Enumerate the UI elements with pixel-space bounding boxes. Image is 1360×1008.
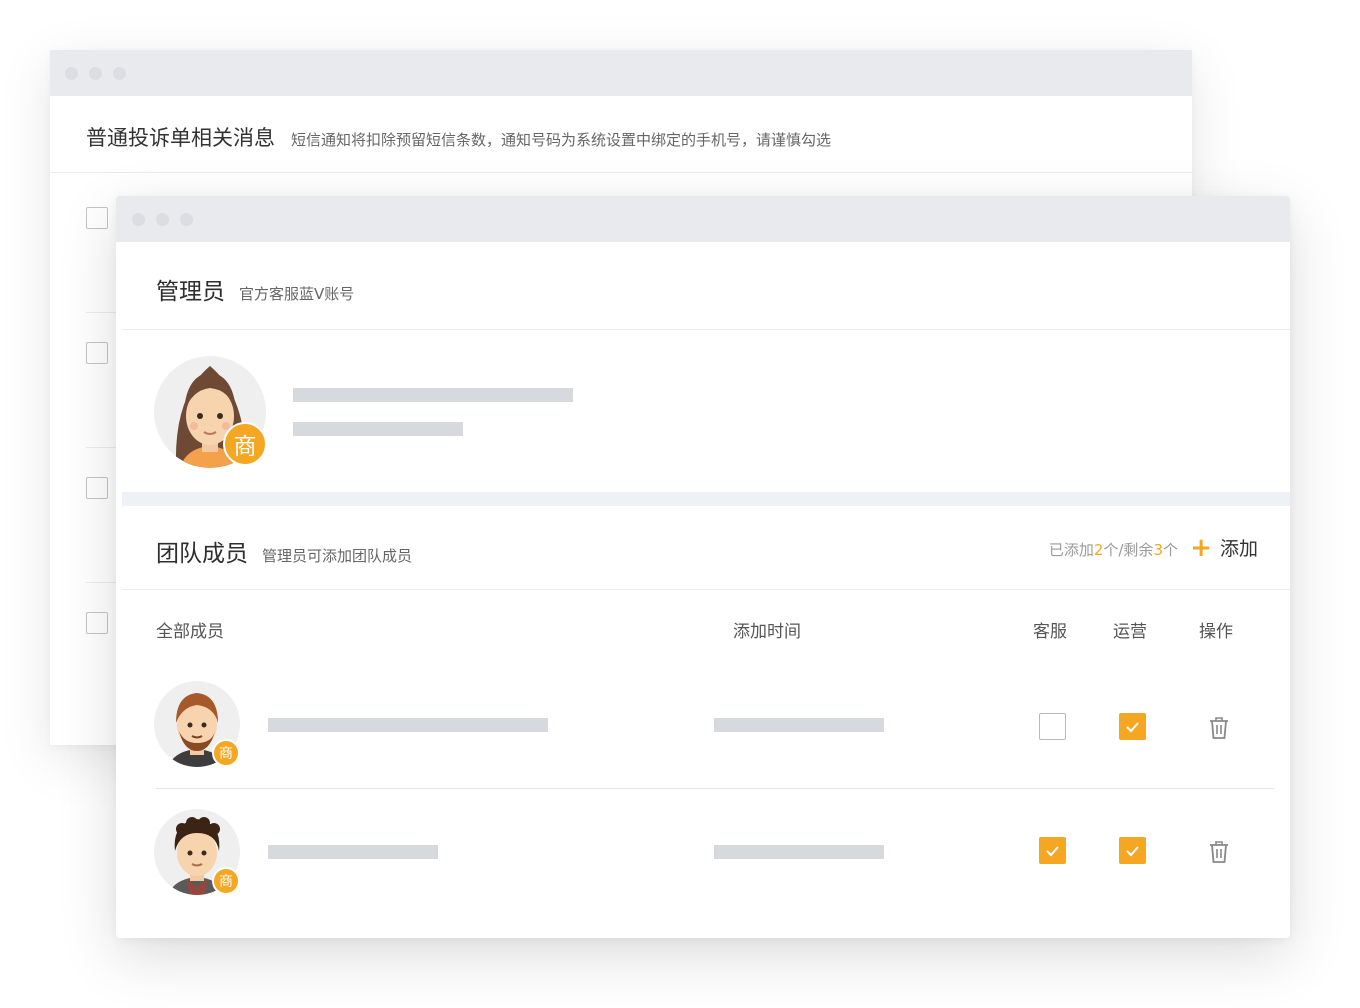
account-management-window: 管理员 官方客服蓝V账号 商 团队成员 管理员可添加团队成员 已添加2个/剩余3… [116,196,1290,938]
back-section-title: 普通投诉单相关消息 [86,126,275,150]
notify-checkbox[interactable] [86,612,108,634]
service-role-checkbox[interactable] [1039,713,1066,740]
col-header-ops: 运营 [1113,622,1147,642]
merchant-badge: 商 [212,867,240,895]
admin-title: 管理员 [156,279,225,305]
window-titlebar [116,196,1290,242]
col-header-members: 全部成员 [156,622,224,642]
check-icon [1046,845,1059,856]
notify-checkbox[interactable] [86,207,108,229]
back-section-note: 短信通知将扣除预留短信条数，通知号码为系统设置中绑定的手机号，请谨慎勾选 [291,131,832,149]
delete-member-button[interactable] [1207,715,1231,741]
divider [122,329,1290,330]
add-time-placeholder [714,718,884,732]
admin-name-placeholder [293,388,573,402]
team-note: 管理员可添加团队成员 [262,547,413,565]
delete-member-button[interactable] [1207,839,1231,865]
count-suffix: 个 [1162,541,1178,559]
service-role-checkbox[interactable] [1039,837,1066,864]
check-icon [1126,721,1139,732]
member-name-placeholder [268,718,548,732]
member-avatar[interactable]: 商 [154,809,240,895]
count-prefix: 已添加 [1048,541,1094,559]
add-member-label: 添加 [1219,538,1258,560]
divider [156,788,1274,789]
team-section-header: 团队成员 管理员可添加团队成员 [156,534,412,568]
check-icon [1126,845,1139,856]
merchant-badge: 商 [223,422,267,466]
count-mid: 个/剩余 [1103,541,1154,559]
plus-icon: + [1190,532,1212,563]
member-name-placeholder [268,845,438,859]
admin-id-placeholder [293,422,463,436]
team-title: 团队成员 [156,541,248,567]
member-avatar[interactable]: 商 [154,681,240,767]
divider [122,589,1290,590]
notify-checkbox[interactable] [86,342,108,364]
add-member-button[interactable]: + 添加 [1190,534,1258,561]
window-minimize-dot[interactable] [89,67,102,80]
trash-icon [1210,717,1228,739]
ops-role-checkbox[interactable] [1119,837,1146,864]
window-close-dot[interactable] [65,67,78,80]
window-titlebar [50,50,1192,96]
add-time-placeholder [714,845,884,859]
ops-role-checkbox[interactable] [1119,713,1146,740]
back-section-header: 普通投诉单相关消息 短信通知将扣除预留短信条数，通知号码为系统设置中绑定的手机号… [86,122,831,152]
window-minimize-dot[interactable] [156,213,169,226]
section-separator [122,492,1290,506]
remaining-count: 3 [1153,541,1163,559]
notify-checkbox[interactable] [86,477,108,499]
col-header-service: 客服 [1033,622,1067,642]
window-zoom-dot[interactable] [113,67,126,80]
admin-avatar[interactable]: 商 [154,356,267,468]
col-header-action: 操作 [1199,622,1233,642]
admin-section-header: 管理员 官方客服蓝V账号 [156,272,354,306]
window-close-dot[interactable] [132,213,145,226]
merchant-badge: 商 [212,739,240,767]
col-header-time: 添加时间 [733,622,801,642]
added-count: 2 [1093,541,1104,559]
window-zoom-dot[interactable] [180,213,193,226]
divider [50,172,1192,173]
member-count: 已添加2个/剩余3个 [1049,539,1178,560]
trash-icon [1210,841,1228,863]
admin-note: 官方客服蓝V账号 [239,285,355,303]
